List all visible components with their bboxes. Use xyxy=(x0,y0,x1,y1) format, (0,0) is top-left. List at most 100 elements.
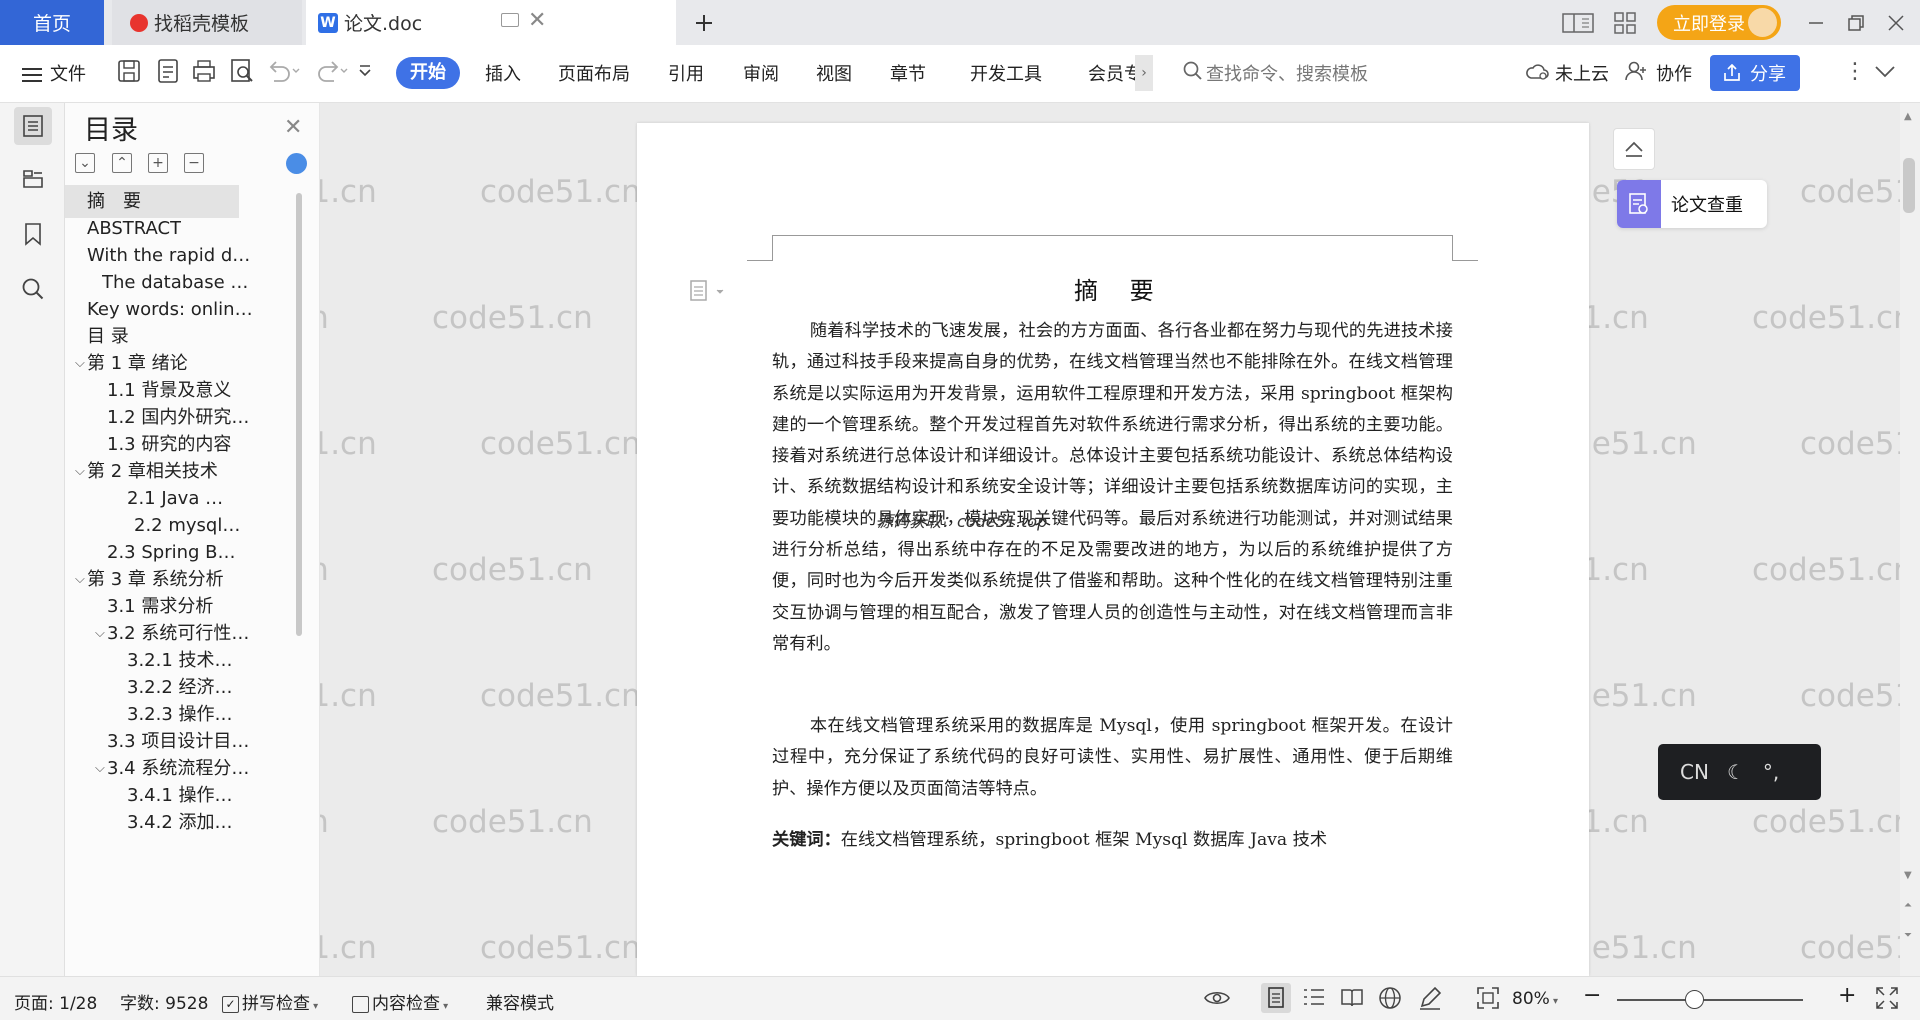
scroll-thumb[interactable] xyxy=(1903,158,1915,213)
cloud-status[interactable]: 未上云 xyxy=(1555,60,1609,86)
watermark-text: code51.cn xyxy=(1752,552,1913,588)
close-tab-icon[interactable]: ✕ xyxy=(528,8,546,33)
login-label: 立即登录 xyxy=(1673,13,1745,35)
print-preview-icon[interactable] xyxy=(229,58,255,84)
punctuation-icon: °, xyxy=(1762,760,1780,784)
file-menu[interactable]: 文件 xyxy=(22,60,86,86)
fit-page-icon[interactable] xyxy=(1477,987,1499,1009)
toc-item[interactable]: 3.4.2 添加信… xyxy=(127,806,247,839)
close-window-icon[interactable] xyxy=(1880,7,1912,39)
tab-document[interactable]: W 论文.doc ✕ xyxy=(306,0,676,45)
watermark-text: code51.cn xyxy=(1752,300,1913,336)
content-check-label: 内容检查 xyxy=(372,994,440,1014)
web-view-icon[interactable] xyxy=(1378,986,1402,1010)
find-icon[interactable] xyxy=(14,270,52,308)
add-heading-icon[interactable]: + xyxy=(148,153,168,173)
menu-insert[interactable]: 插入 xyxy=(485,60,521,86)
content-check-button[interactable]: 内容检查 ▾ xyxy=(352,989,448,1014)
apps-grid-icon[interactable] xyxy=(1609,7,1641,39)
collapse-ribbon-icon[interactable] xyxy=(1873,61,1897,81)
menu-review[interactable]: 审阅 xyxy=(743,60,779,86)
watermark-text: code51.cn xyxy=(480,678,641,714)
remove-heading-icon[interactable]: − xyxy=(184,153,204,173)
watermark-text: code51.cn xyxy=(480,930,641,966)
share-button[interactable]: 分享 xyxy=(1710,55,1800,91)
wps-writer-icon: W xyxy=(318,12,338,33)
save-icon[interactable] xyxy=(116,58,142,84)
tab-template-label: 找稻壳模板 xyxy=(154,13,250,35)
toc-panel-icon[interactable] xyxy=(14,107,52,145)
minimize-icon[interactable] xyxy=(1800,7,1832,39)
zoom-in-icon[interactable]: + xyxy=(1838,983,1856,1008)
more-vertical-icon[interactable]: ⋮ xyxy=(1844,59,1866,84)
paragraph-menu-icon[interactable] xyxy=(689,279,727,303)
spell-check-button[interactable]: ✓ 拼写检查 ▾ xyxy=(222,989,318,1014)
tab-document-label: 论文.doc xyxy=(344,13,423,35)
smart-toc-icon[interactable] xyxy=(286,153,307,174)
scroll-down-icon[interactable]: ▼ xyxy=(1904,870,1912,881)
write-mode-icon[interactable] xyxy=(1418,986,1442,1010)
watermark-text: code51.cn xyxy=(480,426,641,462)
menu-chapter[interactable]: 章节 xyxy=(890,60,926,86)
zoom-out-icon[interactable]: − xyxy=(1583,983,1601,1008)
bookmark-icon[interactable] xyxy=(14,215,52,253)
word-count[interactable]: 字数: 9528 xyxy=(120,989,208,1014)
avatar-icon xyxy=(1748,8,1777,37)
monitor-icon[interactable] xyxy=(501,13,519,27)
zoom-slider-track[interactable] xyxy=(1617,999,1803,1001)
cloud-icon xyxy=(1525,61,1549,81)
undo-icon[interactable] xyxy=(266,59,300,83)
tab-template[interactable]: 找稻壳模板 xyxy=(112,0,302,45)
tab-home[interactable]: 首页 xyxy=(0,0,104,45)
menu-developer[interactable]: 开发工具 xyxy=(970,60,1042,86)
zoom-level[interactable]: 80% ▾ xyxy=(1512,989,1558,1009)
toc-title: 目录 xyxy=(84,115,138,146)
menu-more-icon[interactable]: › xyxy=(1135,55,1153,91)
reading-layout-icon[interactable] xyxy=(1562,7,1594,39)
margin-mark-left xyxy=(772,235,773,260)
menu-start-tab[interactable]: 开始 xyxy=(396,57,460,89)
zoom-slider-handle[interactable] xyxy=(1685,990,1704,1009)
side-icon-rail xyxy=(0,103,65,976)
paper-check-button[interactable]: 论文查重 xyxy=(1617,180,1767,228)
prev-page-icon[interactable]: ⏶ xyxy=(1904,900,1912,911)
command-search-input[interactable]: 查找命令、搜索模板 xyxy=(1206,60,1368,86)
watermark-text: code51.cn xyxy=(1752,804,1913,840)
print-icon[interactable] xyxy=(191,58,217,84)
source-watermark-text: 源码获取：code51.top xyxy=(877,512,1048,531)
page-view-icon[interactable] xyxy=(1261,983,1291,1013)
redo-icon[interactable] xyxy=(314,59,348,83)
plus-icon[interactable] xyxy=(688,7,720,39)
search-icon xyxy=(1183,61,1203,81)
document-heading: 摘 要 xyxy=(1074,277,1166,305)
menu-page-layout[interactable]: 页面布局 xyxy=(558,60,630,86)
collab-button[interactable]: 协作 xyxy=(1656,60,1692,86)
restore-icon[interactable] xyxy=(1840,7,1872,39)
menu-member[interactable]: 会员专 xyxy=(1088,60,1142,86)
login-button[interactable]: 立即登录 xyxy=(1657,5,1781,40)
next-page-icon[interactable]: ⏷ xyxy=(1904,930,1912,941)
collapse-all-icon[interactable]: ⌄ xyxy=(75,153,95,173)
outline-view-icon[interactable] xyxy=(1303,987,1325,1007)
document-page[interactable]: 摘 要 随着科学技术的飞速发展，社会的方方面面、各行各业都在努力与现代的先进技术… xyxy=(637,123,1589,976)
margin-mark-left-h xyxy=(747,260,773,261)
menu-references[interactable]: 引用 xyxy=(668,60,704,86)
vertical-scrollbar[interactable]: ▲ ▼ ⏶ ⏷ xyxy=(1900,103,1920,976)
export-pdf-icon[interactable] xyxy=(155,58,181,84)
fullscreen-icon[interactable] xyxy=(1876,987,1898,1009)
page-count[interactable]: 页面: 1/28 xyxy=(14,989,97,1014)
watermark-text: code51.cn xyxy=(480,174,641,210)
expand-level-icon[interactable]: ⌃ xyxy=(112,153,132,173)
quick-access-dropdown-icon[interactable] xyxy=(358,63,372,77)
close-panel-icon[interactable]: ✕ xyxy=(284,115,302,140)
collapse-up-icon[interactable] xyxy=(1613,128,1655,170)
toc-scrollbar[interactable] xyxy=(296,193,302,636)
scroll-up-icon[interactable]: ▲ xyxy=(1904,111,1912,122)
navigation-icon[interactable] xyxy=(14,160,52,198)
ime-toolbar[interactable]: CN ☾ °, xyxy=(1658,744,1821,800)
menu-view[interactable]: 视图 xyxy=(816,60,852,86)
margin-mark-right-h xyxy=(1452,260,1478,261)
eye-protection-icon[interactable] xyxy=(1204,987,1230,1009)
reading-view-icon[interactable] xyxy=(1340,987,1364,1007)
compat-mode: 兼容模式 xyxy=(486,994,554,1014)
